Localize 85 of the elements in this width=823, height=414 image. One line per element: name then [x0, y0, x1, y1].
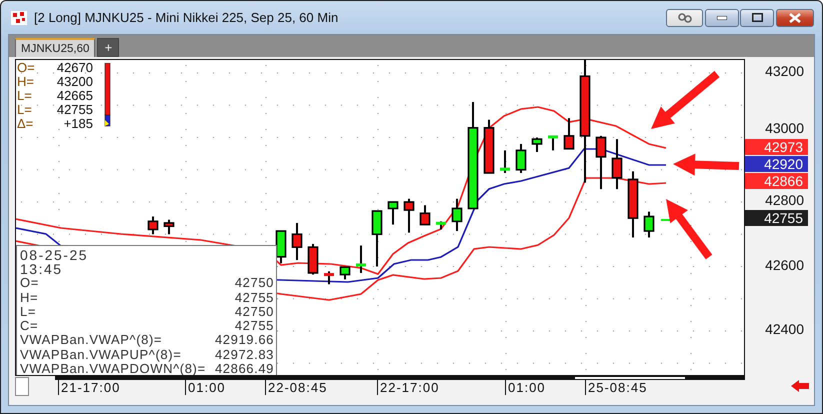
- candle: [420, 205, 430, 226]
- chart-tab[interactable]: MJNKU25,60: [15, 38, 96, 57]
- quote-value: 42755: [56, 103, 93, 117]
- price-tag: 42866: [745, 173, 808, 189]
- quote-label: H=: [17, 75, 35, 89]
- data-value: 42919.66: [214, 333, 274, 348]
- pointer-arrow: [651, 70, 720, 129]
- candle: [148, 216, 158, 234]
- time-label: 25-08:45: [585, 380, 648, 395]
- candle: [500, 150, 510, 173]
- price-label: 43000: [765, 121, 804, 136]
- quote-label: Δ=: [17, 117, 34, 131]
- candle: [628, 171, 638, 238]
- data-label: H=: [20, 290, 40, 305]
- candle: [548, 135, 558, 150]
- candle: [452, 198, 462, 232]
- scroll-thumb[interactable]: [575, 377, 685, 379]
- candle: [484, 120, 494, 174]
- candle: [612, 139, 622, 190]
- candle: [516, 144, 526, 173]
- price-label: 42800: [765, 193, 804, 208]
- data-value: 42866.49: [214, 362, 274, 375]
- candle: [340, 266, 350, 280]
- data-label: O=: [20, 276, 40, 291]
- minimize-icon: [717, 16, 727, 20]
- time-label: 22-17:00: [377, 380, 440, 395]
- time-label: 01:00: [185, 380, 226, 395]
- data-label: VWAPBan.VWAPUP^(8)=: [20, 348, 182, 362]
- pointer-arrow: [666, 199, 712, 260]
- candle: [276, 230, 286, 264]
- scroll-left-icon[interactable]: [791, 380, 809, 392]
- pointer-arrow: [673, 154, 740, 176]
- candle: [324, 271, 334, 284]
- candle: [596, 136, 606, 190]
- candle: [292, 222, 302, 260]
- maximize-button[interactable]: [740, 8, 774, 26]
- price-label: 42600: [765, 258, 804, 273]
- candle: [388, 201, 398, 225]
- app-icon: [11, 10, 27, 24]
- time-label: 21-17:00: [58, 380, 120, 395]
- last-price-mark: [661, 219, 670, 221]
- data-label: VWAPBan.VWAP^(8)=: [20, 333, 164, 348]
- candle: [436, 221, 446, 230]
- data-value: 42755: [234, 319, 274, 334]
- quote-value: 42670: [56, 61, 93, 75]
- data-value: 42755: [234, 290, 274, 305]
- quote-label: L=: [17, 103, 33, 117]
- quote-label: O=: [17, 61, 36, 75]
- candle: [308, 244, 318, 275]
- quote-value: 43200: [56, 75, 93, 89]
- link-button[interactable]: [666, 8, 703, 26]
- quote-label: L=: [17, 89, 33, 103]
- scroll-bar[interactable]: [55, 376, 745, 380]
- candle: [404, 198, 414, 233]
- price-tag: 42755: [745, 210, 808, 226]
- maximize-icon: [752, 13, 762, 22]
- data-label: C=: [20, 319, 40, 334]
- candle: [164, 220, 174, 234]
- data-value: 42750: [234, 304, 274, 320]
- link-icon: [678, 12, 692, 22]
- close-button[interactable]: [776, 8, 814, 26]
- price-tag: 42973: [745, 139, 808, 155]
- new-tab-button[interactable]: +: [97, 38, 120, 57]
- minimize-button[interactable]: [705, 8, 739, 26]
- data-value: 42750: [234, 276, 274, 291]
- price-tag: 42920: [745, 156, 808, 172]
- candle: [356, 246, 366, 273]
- time-label: 22-08:45: [265, 380, 328, 395]
- price-label: 42400: [765, 322, 804, 337]
- bar-date: 08-25-25: [20, 248, 90, 262]
- data-value: 42972.83: [214, 348, 274, 362]
- bar-time: 13:45: [20, 262, 64, 276]
- scroll-box[interactable]: [15, 377, 29, 396]
- candle: [372, 210, 382, 266]
- data-label: L=: [20, 304, 38, 320]
- quote-value: +185: [62, 117, 93, 131]
- candle: [564, 118, 574, 150]
- range-bar-icon: [104, 63, 111, 127]
- window-title: [2 Long] MJNKU25 - Mini Nikkei 225, Sep 25, 60 Min: [34, 10, 340, 25]
- close-icon: [789, 12, 801, 22]
- candle: [532, 138, 542, 152]
- time-label: 01:00: [505, 380, 546, 395]
- candle: [644, 212, 654, 238]
- price-label: 43200: [765, 64, 804, 79]
- quote-value: 42665: [56, 89, 93, 103]
